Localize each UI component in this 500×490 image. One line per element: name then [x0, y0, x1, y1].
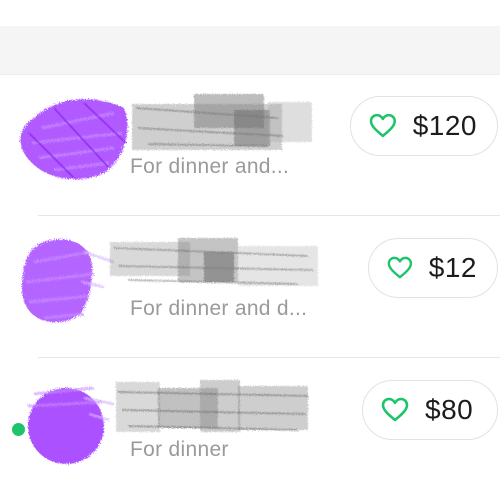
online-status-dot: [12, 423, 25, 436]
heart-icon[interactable]: [381, 397, 409, 423]
amount-value: $12: [428, 252, 477, 283]
amount-value: $120: [412, 110, 477, 141]
name-redacted: [108, 372, 328, 442]
transaction-row[interactable]: For dinner $80: [0, 372, 500, 490]
name-redacted: [108, 88, 328, 158]
transaction-row[interactable]: For dinner and d... $12: [0, 230, 500, 360]
amount-button[interactable]: $12: [368, 238, 498, 298]
divider: [38, 215, 500, 216]
amount-value: $80: [425, 394, 474, 425]
name-redacted: [108, 230, 328, 300]
payments-feed: For dinner and... $120 For dinner and d.…: [0, 0, 500, 490]
header-bar: [0, 26, 500, 75]
divider: [38, 357, 500, 358]
amount-button[interactable]: $80: [362, 380, 498, 440]
transaction-note: For dinner and d...: [130, 297, 308, 320]
heart-icon[interactable]: [387, 255, 413, 281]
transaction-note: For dinner: [130, 438, 229, 461]
amount-button[interactable]: $120: [350, 96, 498, 156]
transaction-row[interactable]: For dinner and... $120: [0, 88, 500, 218]
transaction-note: For dinner and...: [130, 155, 290, 178]
status-area: [0, 0, 500, 26]
heart-icon[interactable]: [369, 113, 397, 139]
